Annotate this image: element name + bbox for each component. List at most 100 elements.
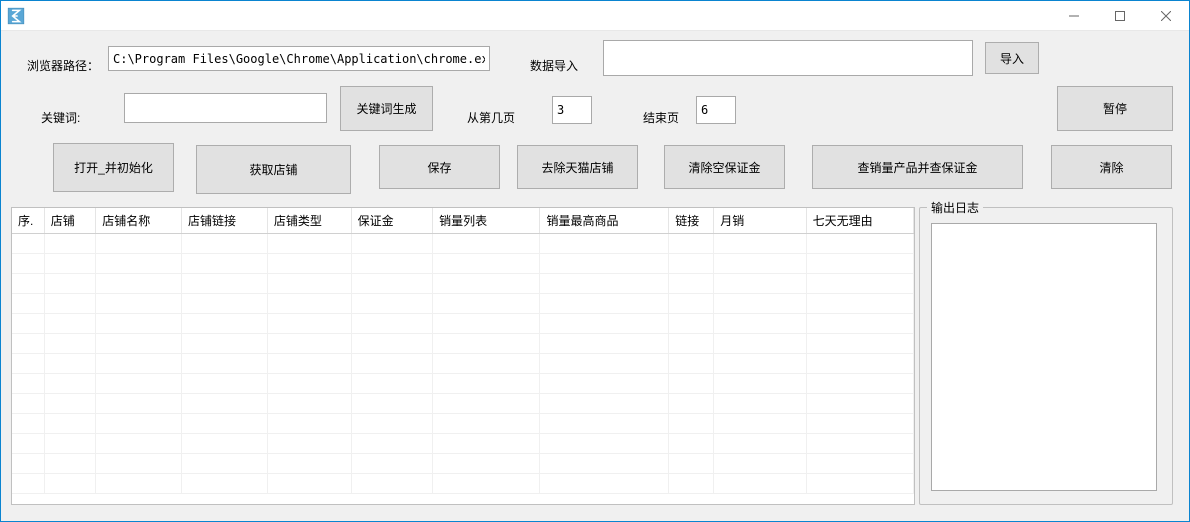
table-cell	[12, 334, 44, 354]
table-cell	[806, 474, 913, 494]
table-cell	[96, 314, 182, 334]
table-cell	[714, 374, 806, 394]
maximize-icon	[1115, 11, 1125, 21]
table-row[interactable]	[12, 294, 914, 314]
import-button[interactable]: 导入	[985, 42, 1039, 74]
table-cell	[12, 314, 44, 334]
table-row[interactable]	[12, 434, 914, 454]
open-init-button[interactable]: 打开_并初始化	[53, 143, 174, 192]
table-cell	[806, 374, 913, 394]
table-cell	[96, 454, 182, 474]
table-col-header[interactable]: 七天无理由	[806, 208, 913, 234]
table-cell	[714, 474, 806, 494]
table-cell	[267, 334, 351, 354]
save-button[interactable]: 保存	[379, 145, 500, 189]
table-header-row: 序.店铺店铺名称店铺链接店铺类型保证金销量列表销量最高商品链接月销七天无理由	[12, 208, 914, 234]
table-cell	[669, 374, 714, 394]
check-sales-deposit-button[interactable]: 查销量产品并查保证金	[812, 145, 1023, 189]
table-cell	[806, 434, 913, 454]
log-legend: 输出日志	[927, 199, 983, 216]
clear-button[interactable]: 清除	[1051, 145, 1172, 189]
app-icon	[7, 7, 25, 25]
table-row[interactable]	[12, 274, 914, 294]
table-cell	[12, 294, 44, 314]
table-cell	[96, 414, 182, 434]
table-cell	[806, 314, 913, 334]
table-cell	[44, 354, 96, 374]
table-cell	[44, 234, 96, 254]
table-row[interactable]	[12, 414, 914, 434]
end-page-input[interactable]	[696, 96, 736, 124]
table-cell	[669, 454, 714, 474]
table-cell	[714, 354, 806, 374]
table-row[interactable]	[12, 314, 914, 334]
table-cell	[540, 274, 669, 294]
table-cell	[12, 474, 44, 494]
data-import-label: 数据导入	[530, 57, 578, 74]
browser-path-input[interactable]	[108, 46, 490, 71]
table-cell	[669, 254, 714, 274]
table-cell	[96, 254, 182, 274]
table-col-header[interactable]: 店铺	[44, 208, 96, 234]
keyword-input[interactable]	[124, 93, 327, 123]
table-row[interactable]	[12, 454, 914, 474]
table-cell	[714, 434, 806, 454]
table-col-header[interactable]: 序.	[12, 208, 44, 234]
table-cell	[182, 354, 268, 374]
browser-path-label: 浏览器路径：	[27, 57, 99, 74]
table-cell	[12, 394, 44, 414]
data-import-input[interactable]	[603, 40, 973, 76]
table-cell	[12, 254, 44, 274]
clear-empty-deposit-button[interactable]: 清除空保证金	[664, 145, 785, 189]
table-cell	[540, 474, 669, 494]
table-col-header[interactable]: 月销	[714, 208, 806, 234]
table-cell	[182, 334, 268, 354]
table-row[interactable]	[12, 354, 914, 374]
table-cell	[714, 334, 806, 354]
table-cell	[433, 434, 540, 454]
maximize-button[interactable]	[1097, 1, 1143, 31]
table-cell	[267, 254, 351, 274]
table-cell	[351, 234, 433, 254]
table-cell	[96, 434, 182, 454]
table-col-header[interactable]: 销量列表	[433, 208, 540, 234]
table-row[interactable]	[12, 234, 914, 254]
close-icon	[1161, 11, 1171, 21]
table-cell	[669, 394, 714, 414]
table-col-header[interactable]: 销量最高商品	[540, 208, 669, 234]
table-row[interactable]	[12, 254, 914, 274]
table-cell	[351, 414, 433, 434]
get-shop-button[interactable]: 获取店铺	[196, 145, 351, 194]
table-cell	[540, 294, 669, 314]
table-row[interactable]	[12, 474, 914, 494]
table-row[interactable]	[12, 394, 914, 414]
table-cell	[714, 394, 806, 414]
table-cell	[669, 334, 714, 354]
from-page-input[interactable]	[552, 96, 592, 124]
table-cell	[540, 334, 669, 354]
pause-button[interactable]: 暂停	[1057, 86, 1173, 131]
table-cell	[540, 414, 669, 434]
remove-tmall-button[interactable]: 去除天猫店铺	[517, 145, 638, 189]
table-col-header[interactable]: 店铺名称	[96, 208, 182, 234]
table-col-header[interactable]: 店铺链接	[182, 208, 268, 234]
table-cell	[44, 334, 96, 354]
table-cell	[540, 374, 669, 394]
table-cell	[433, 334, 540, 354]
table-col-header[interactable]: 店铺类型	[267, 208, 351, 234]
table-cell	[182, 294, 268, 314]
minimize-button[interactable]	[1051, 1, 1097, 31]
data-table[interactable]: 序.店铺店铺名称店铺链接店铺类型保证金销量列表销量最高商品链接月销七天无理由	[11, 207, 915, 505]
close-button[interactable]	[1143, 1, 1189, 31]
table-cell	[12, 414, 44, 434]
table-col-header[interactable]: 链接	[669, 208, 714, 234]
table-cell	[540, 454, 669, 474]
log-textarea[interactable]	[931, 223, 1157, 491]
table-row[interactable]	[12, 334, 914, 354]
table-cell	[433, 354, 540, 374]
table-col-header[interactable]: 保证金	[351, 208, 433, 234]
table-row[interactable]	[12, 374, 914, 394]
table-cell	[806, 274, 913, 294]
gen-keyword-button[interactable]: 关键词生成	[340, 86, 433, 131]
table-cell	[182, 234, 268, 254]
